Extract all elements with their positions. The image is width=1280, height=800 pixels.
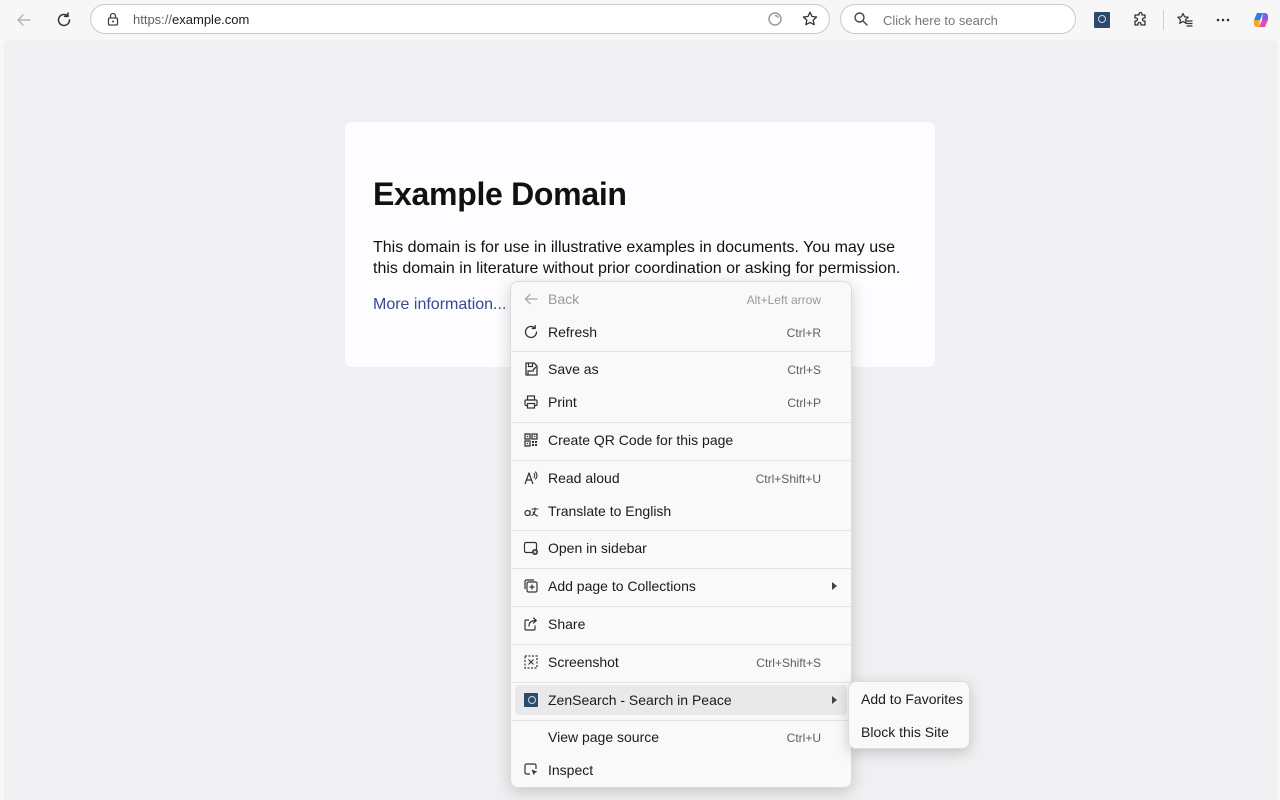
zensearch-icon bbox=[1094, 12, 1110, 28]
menu-item-print[interactable]: Print Ctrl+P bbox=[515, 387, 847, 417]
edge-refresh-icon[interactable] bbox=[766, 10, 784, 28]
menu-item-read-aloud[interactable]: Read aloud Ctrl+Shift+U bbox=[515, 463, 847, 493]
menu-item-label: Print bbox=[548, 394, 577, 410]
menu-item-label: View page source bbox=[548, 729, 660, 745]
menu-item-shortcut: Ctrl+Shift+U bbox=[755, 472, 821, 486]
menu-item-label: ZenSearch - Search in Peace bbox=[548, 692, 732, 708]
submenu-item-label: Add to Favorites bbox=[861, 691, 963, 707]
favorites-icon bbox=[1177, 12, 1193, 27]
copilot-button[interactable] bbox=[1247, 6, 1275, 34]
url-text[interactable]: https://example.com bbox=[133, 12, 249, 27]
menu-item-translate[interactable]: Translate to English bbox=[515, 496, 847, 526]
menu-separator bbox=[511, 460, 851, 461]
print-icon bbox=[523, 394, 539, 410]
menu-item-label: Back bbox=[548, 291, 580, 307]
menu-item-shortcut: Ctrl+S bbox=[787, 363, 821, 377]
menu-item-label: Open in sidebar bbox=[548, 540, 647, 556]
menu-item-view-page-source[interactable]: View page source Ctrl+U bbox=[515, 722, 847, 752]
menu-separator bbox=[511, 530, 851, 531]
menu-item-label: Create QR Code for this page bbox=[548, 432, 734, 448]
arrow-left-icon bbox=[523, 291, 539, 307]
menu-item-save-as[interactable]: Save as Ctrl+S bbox=[515, 354, 847, 384]
menu-item-label: Add page to Collections bbox=[548, 578, 696, 594]
menu-item-inspect[interactable]: Inspect bbox=[515, 755, 847, 785]
more-button[interactable] bbox=[1209, 6, 1237, 34]
menu-item-label: Inspect bbox=[548, 762, 594, 778]
menu-item-label: Save as bbox=[548, 361, 599, 377]
search-icon bbox=[854, 12, 868, 26]
zensearch-icon bbox=[523, 692, 539, 708]
menu-item-add-to-collections[interactable]: Add page to Collections bbox=[515, 571, 847, 601]
menu-item-back[interactable]: Back Alt+Left arrow bbox=[515, 284, 847, 314]
star-icon[interactable] bbox=[801, 10, 819, 28]
menu-item-zensearch[interactable]: ZenSearch - Search in Peace bbox=[515, 685, 847, 715]
menu-item-shortcut: Ctrl+P bbox=[787, 396, 821, 410]
menu-item-label: Read aloud bbox=[548, 470, 620, 486]
menu-separator bbox=[511, 568, 851, 569]
menu-item-label: Share bbox=[548, 616, 586, 632]
browser-toolbar: https://example.com bbox=[0, 0, 1280, 40]
menu-item-shortcut: Ctrl+Shift+S bbox=[756, 656, 821, 670]
context-menu: Back Alt+Left arrow Refresh Ctrl+R Save … bbox=[510, 281, 852, 788]
lock-icon[interactable] bbox=[105, 11, 121, 27]
more-information-link[interactable]: More information... bbox=[373, 296, 506, 314]
submenu-item-label: Block this Site bbox=[861, 724, 949, 740]
share-icon bbox=[523, 616, 539, 632]
arrow-left-icon bbox=[17, 14, 31, 26]
more-icon bbox=[1216, 18, 1230, 22]
inspect-icon bbox=[523, 762, 539, 778]
url-protocol: https:// bbox=[133, 12, 173, 27]
refresh-icon bbox=[523, 324, 539, 340]
menu-item-shortcut: Ctrl+U bbox=[786, 731, 821, 745]
menu-item-screenshot[interactable]: Screenshot Ctrl+Shift+S bbox=[515, 647, 847, 677]
menu-item-share[interactable]: Share bbox=[515, 609, 847, 639]
read-aloud-icon bbox=[523, 470, 539, 486]
submenu-item-add-to-favorites[interactable]: Add to Favorites bbox=[853, 685, 965, 713]
screenshot-icon bbox=[523, 654, 539, 670]
menu-item-label: Screenshot bbox=[548, 654, 619, 670]
menu-separator bbox=[511, 644, 851, 645]
menu-item-shortcut: Ctrl+R bbox=[786, 326, 821, 340]
search-box[interactable] bbox=[840, 4, 1076, 34]
menu-separator bbox=[511, 720, 851, 721]
menu-item-label: Translate to English bbox=[548, 503, 672, 519]
zensearch-submenu: Add to Favorites Block this Site bbox=[848, 681, 970, 749]
menu-separator bbox=[511, 606, 851, 607]
menu-separator bbox=[511, 351, 851, 352]
menu-item-create-qr-code[interactable]: Create QR Code for this page bbox=[515, 425, 847, 455]
back-button[interactable] bbox=[10, 6, 38, 34]
menu-item-open-in-sidebar[interactable]: Open in sidebar bbox=[515, 533, 847, 563]
menu-separator bbox=[511, 422, 851, 423]
save-icon bbox=[523, 361, 539, 377]
sidebar-icon bbox=[523, 540, 539, 556]
zensearch-extension-button[interactable] bbox=[1088, 6, 1116, 34]
qr-code-icon bbox=[523, 432, 539, 448]
collections-icon bbox=[523, 578, 539, 594]
refresh-button[interactable] bbox=[50, 6, 78, 34]
puzzle-icon bbox=[1134, 11, 1146, 26]
menu-separator bbox=[511, 682, 851, 683]
page-description: This domain is for use in illustrative e… bbox=[373, 239, 901, 277]
translate-icon bbox=[523, 503, 539, 519]
page-title: Example Domain bbox=[373, 176, 627, 212]
extensions-button[interactable] bbox=[1127, 6, 1155, 34]
menu-item-shortcut: Alt+Left arrow bbox=[746, 293, 821, 307]
url-host: example.com bbox=[172, 12, 250, 27]
favorites-button[interactable] bbox=[1171, 6, 1199, 34]
menu-item-label: Refresh bbox=[548, 324, 598, 340]
copilot-icon bbox=[1254, 13, 1268, 27]
toolbar-separator bbox=[1163, 10, 1164, 30]
menu-item-refresh[interactable]: Refresh Ctrl+R bbox=[515, 317, 847, 347]
chevron-right-icon bbox=[832, 582, 837, 590]
chevron-right-icon bbox=[832, 696, 837, 704]
search-input[interactable] bbox=[881, 10, 1065, 30]
refresh-icon bbox=[57, 12, 71, 27]
address-bar[interactable]: https://example.com bbox=[90, 4, 830, 34]
submenu-item-block-this-site[interactable]: Block this Site bbox=[853, 718, 965, 746]
